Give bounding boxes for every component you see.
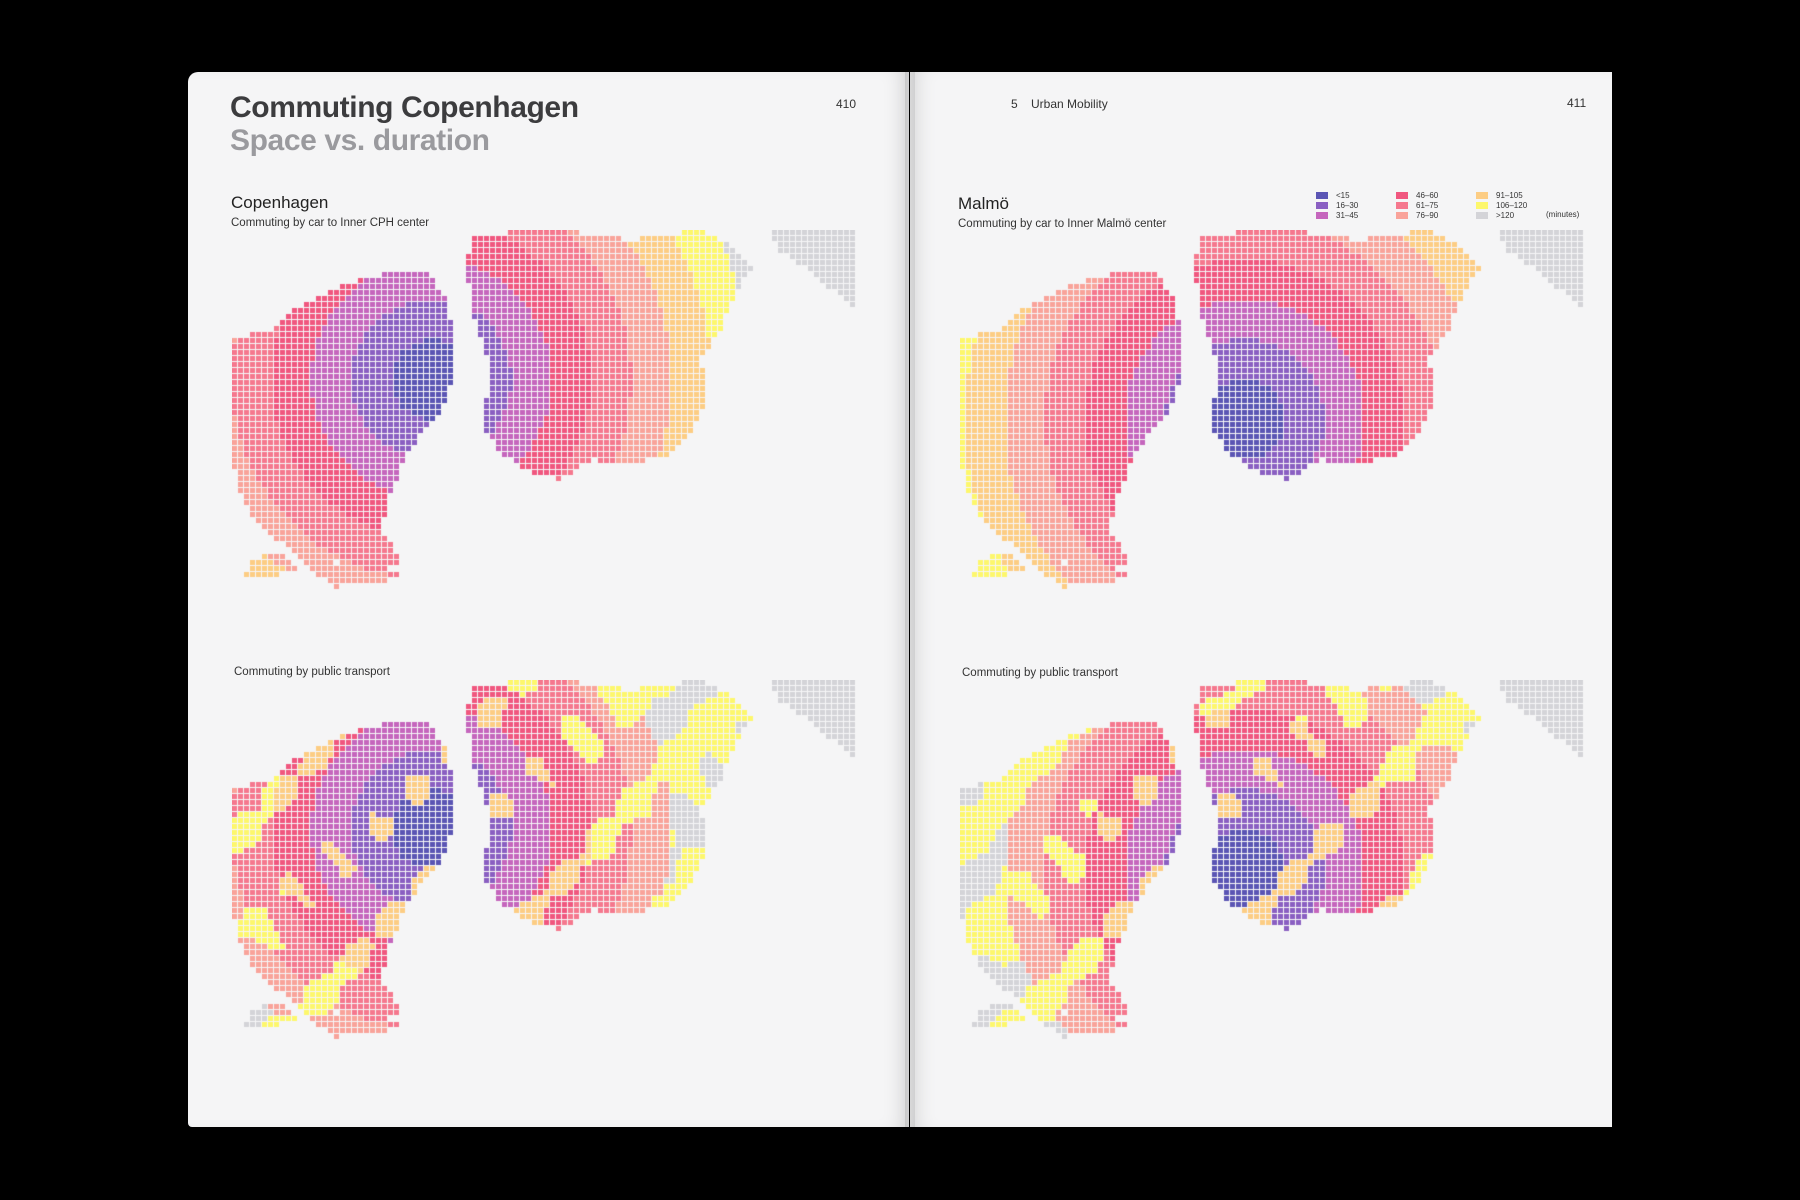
legend-swatch xyxy=(1476,192,1488,200)
legend-swatch xyxy=(1316,212,1328,220)
legend-item: >120 xyxy=(1476,211,1514,220)
caption-cph-transit: Commuting by public transport xyxy=(234,666,390,678)
section-title-malmo: Malmö xyxy=(958,194,1010,213)
caption-malmo-car: Commuting by car to Inner Malmö center xyxy=(958,218,1167,230)
legend-item: 61–75 xyxy=(1396,201,1438,210)
caption-malmo-transit: Commuting by public transport xyxy=(962,667,1118,679)
page-number-right: 411 xyxy=(1567,96,1587,110)
legend-item: 31–45 xyxy=(1316,211,1358,220)
legend-item: 76–90 xyxy=(1396,211,1438,220)
chapter-number: 5 xyxy=(1011,97,1018,111)
map-copenhagen-car xyxy=(232,230,857,655)
section-title-copenhagen: Copenhagen xyxy=(231,193,329,212)
caption-cph-car: Commuting by car to Inner CPH center xyxy=(231,217,430,229)
chapter-title: Urban Mobility xyxy=(1031,97,1108,111)
legend: <15 16–30 31–45 46–60 61–75 76–90 91–105… xyxy=(1316,191,1586,227)
legend-swatch xyxy=(1396,202,1408,210)
page-number-left: 410 xyxy=(836,97,857,111)
legend-swatch xyxy=(1476,212,1488,220)
legend-swatch xyxy=(1316,192,1328,200)
legend-item: 46–60 xyxy=(1396,191,1438,200)
book-spine xyxy=(905,72,915,1127)
legend-swatch xyxy=(1396,212,1408,220)
legend-unit: (minutes) xyxy=(1546,210,1580,219)
map-copenhagen-public-transport xyxy=(232,680,857,1105)
map-malmo-public-transport xyxy=(960,680,1585,1105)
map-malmo-car xyxy=(960,230,1585,655)
legend-swatch xyxy=(1476,202,1488,210)
legend-item: 91–105 xyxy=(1476,191,1523,200)
legend-swatch xyxy=(1396,192,1408,200)
page-title: Commuting Copenhagen xyxy=(230,91,579,124)
legend-item: 16–30 xyxy=(1316,201,1358,210)
legend-item: <15 xyxy=(1316,191,1350,200)
legend-item: 106–120 xyxy=(1476,201,1527,210)
legend-swatch xyxy=(1316,202,1328,210)
page-subtitle: Space vs. duration xyxy=(230,124,490,157)
